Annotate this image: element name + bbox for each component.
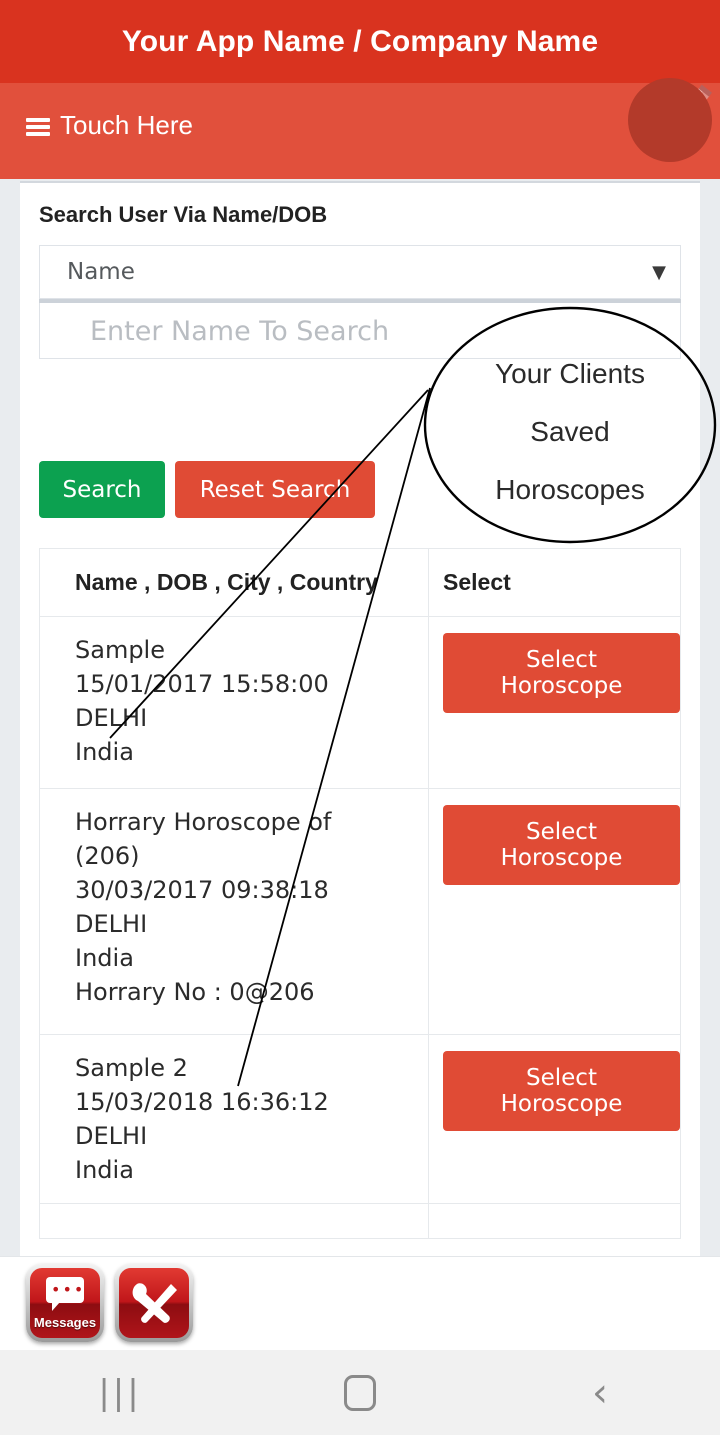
select-horoscope-button[interactable]: Select Horoscope — [443, 1051, 680, 1131]
avatar[interactable] — [628, 78, 712, 162]
messages-icon[interactable]: ••• Messages — [30, 1268, 100, 1338]
table-cell-details: Sample 15/01/2017 15:58:00 DELHI India — [40, 617, 429, 788]
wrench-screwdriver-icon — [132, 1283, 177, 1323]
search-button[interactable]: Search — [39, 461, 165, 518]
annotation-text-line-3: Horoscopes — [495, 474, 645, 505]
back-chevron-icon: ‹ — [592, 1369, 608, 1416]
search-input-placeholder: Enter Name To Search — [90, 316, 390, 347]
table-row: Sample 15/01/2017 15:58:00 DELHI India S… — [40, 617, 680, 789]
search-type-value: Name — [67, 259, 135, 285]
search-card: Search User Via Name/DOB Name ▼ Enter Na… — [20, 181, 700, 1258]
menu-toggle-label: Touch Here — [60, 110, 193, 140]
table-cell-details: Sample 2 15/03/2018 16:36:12 DELHI India — [40, 1035, 429, 1203]
hamburger-icon[interactable] — [26, 117, 50, 136]
table-cell-details: Horrary Horoscope of (206) 30/03/2017 09… — [40, 789, 429, 1034]
home-button[interactable] — [240, 1350, 480, 1435]
menu-toggle-button[interactable]: Touch Here — [26, 110, 193, 141]
select-horoscope-button[interactable]: Select Horoscope — [443, 805, 680, 885]
avatar-disc — [628, 78, 712, 162]
app-title: Your App Name / Company Name — [121, 24, 599, 58]
annotation-text-line-1: Your Clients — [495, 358, 645, 389]
android-navigation-bar: ||| ‹ — [0, 1350, 720, 1435]
messages-app-shortcut[interactable]: ••• Messages — [26, 1264, 104, 1342]
annotation-text-line-2: Saved — [530, 416, 610, 447]
back-button[interactable]: ‹ — [480, 1350, 720, 1435]
recents-button[interactable]: ||| — [0, 1350, 240, 1435]
recents-icon: ||| — [98, 1372, 142, 1413]
table-cell-action: Select Horoscope — [429, 617, 680, 788]
search-type-select[interactable]: Name ▼ — [39, 245, 681, 299]
app-nav-bar: Touch Here — [0, 83, 720, 179]
chevron-down-icon[interactable]: ▼ — [652, 262, 666, 283]
home-shortcut-area: ••• Messages — [0, 1256, 720, 1351]
table-header-cell-name: Name , DOB , City , Country — [40, 549, 429, 616]
table-cell-action: Select Horoscope — [429, 1035, 680, 1203]
table-header-row: Name , DOB , City , Country Select — [40, 549, 680, 617]
table-row: Horrary Horoscope of (206) 30/03/2017 09… — [40, 789, 680, 1035]
table-row-spacer — [40, 1204, 680, 1239]
ellipsis-icon: ••• — [51, 1280, 86, 1299]
messages-shortcut-label: Messages — [33, 1315, 97, 1330]
app-title-bar: Your App Name / Company Name — [0, 0, 720, 83]
tools-icon[interactable] — [119, 1268, 189, 1338]
page-title: Search User Via Name/DOB — [39, 202, 328, 227]
reset-search-button[interactable]: Reset Search — [175, 461, 375, 518]
select-horoscope-button[interactable]: Select Horoscope — [443, 633, 680, 713]
table-header-cell-select: Select — [443, 569, 511, 595]
horoscope-results-table: Name , DOB , City , Country Select Sampl… — [39, 548, 681, 1239]
home-square-icon — [344, 1374, 376, 1411]
tools-app-shortcut[interactable] — [115, 1264, 193, 1342]
table-row: Sample 2 15/03/2018 16:36:12 DELHI India… — [40, 1035, 680, 1204]
search-input[interactable]: Enter Name To Search — [39, 303, 681, 359]
table-cell-action: Select Horoscope — [429, 789, 680, 1034]
